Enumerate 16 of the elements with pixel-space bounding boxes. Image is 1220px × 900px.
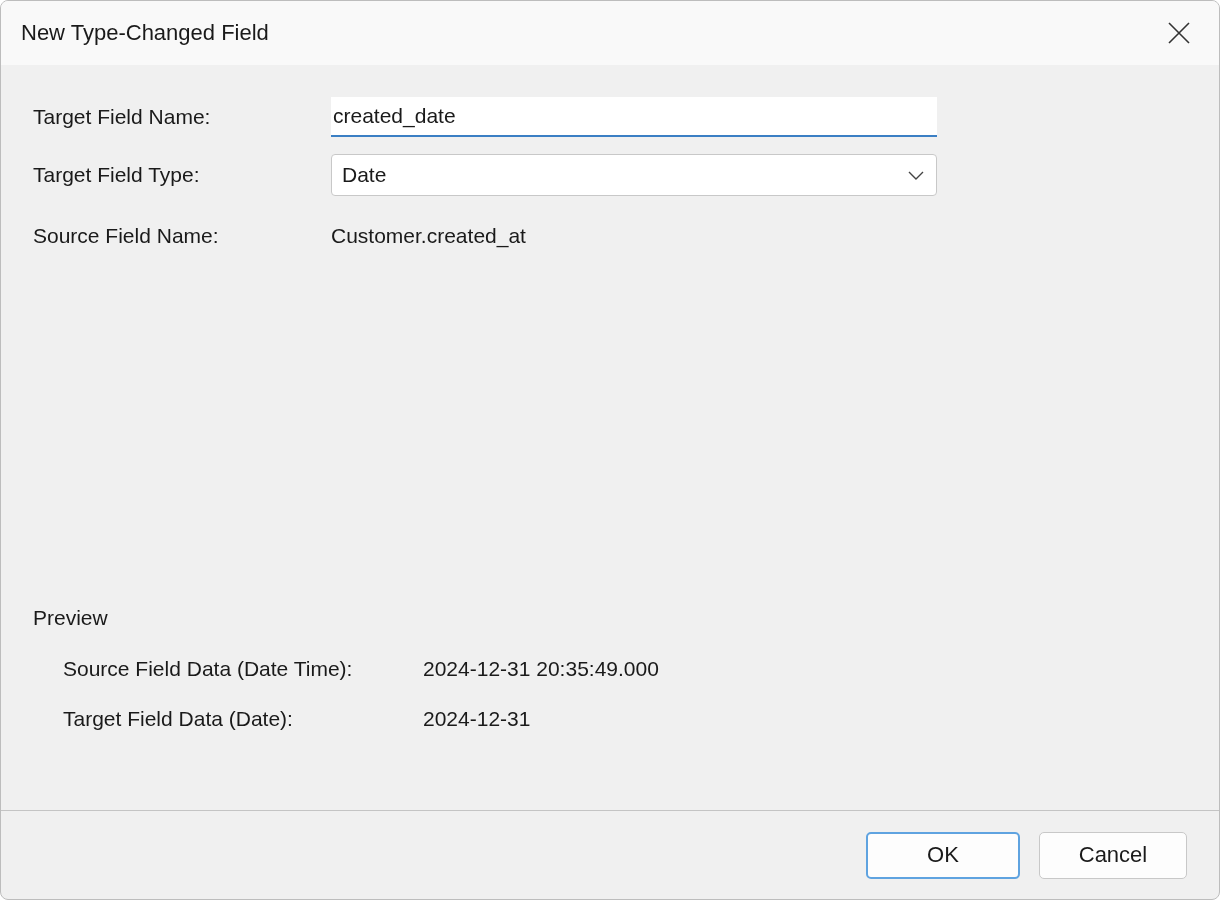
preview-value: 2024-12-31 20:35:49.000 <box>423 657 660 681</box>
field-label: Source Field Name: <box>33 224 220 248</box>
preview-label: Target Field Data (Date): <box>63 707 294 731</box>
preview-value: 2024-12-31 <box>423 707 532 731</box>
close-icon <box>1168 22 1190 44</box>
field-label: Target Field Type: <box>33 163 201 187</box>
chevron-down-icon <box>908 170 924 180</box>
input-field[interactable]: created_date <box>331 97 937 137</box>
preview-label: Source Field Data (Date Time): <box>63 657 354 681</box>
type-dropdown[interactable]: Date <box>331 154 937 196</box>
ok-button[interactable]: OK <box>866 831 1020 879</box>
cancel-button[interactable]: Cancel <box>1039 831 1187 879</box>
field-label: Target Field Name: <box>33 105 212 129</box>
window-title: New Type-Changed Field <box>21 20 269 46</box>
field-value: Customer.created_at <box>331 224 527 248</box>
section-title: Preview <box>33 606 109 630</box>
